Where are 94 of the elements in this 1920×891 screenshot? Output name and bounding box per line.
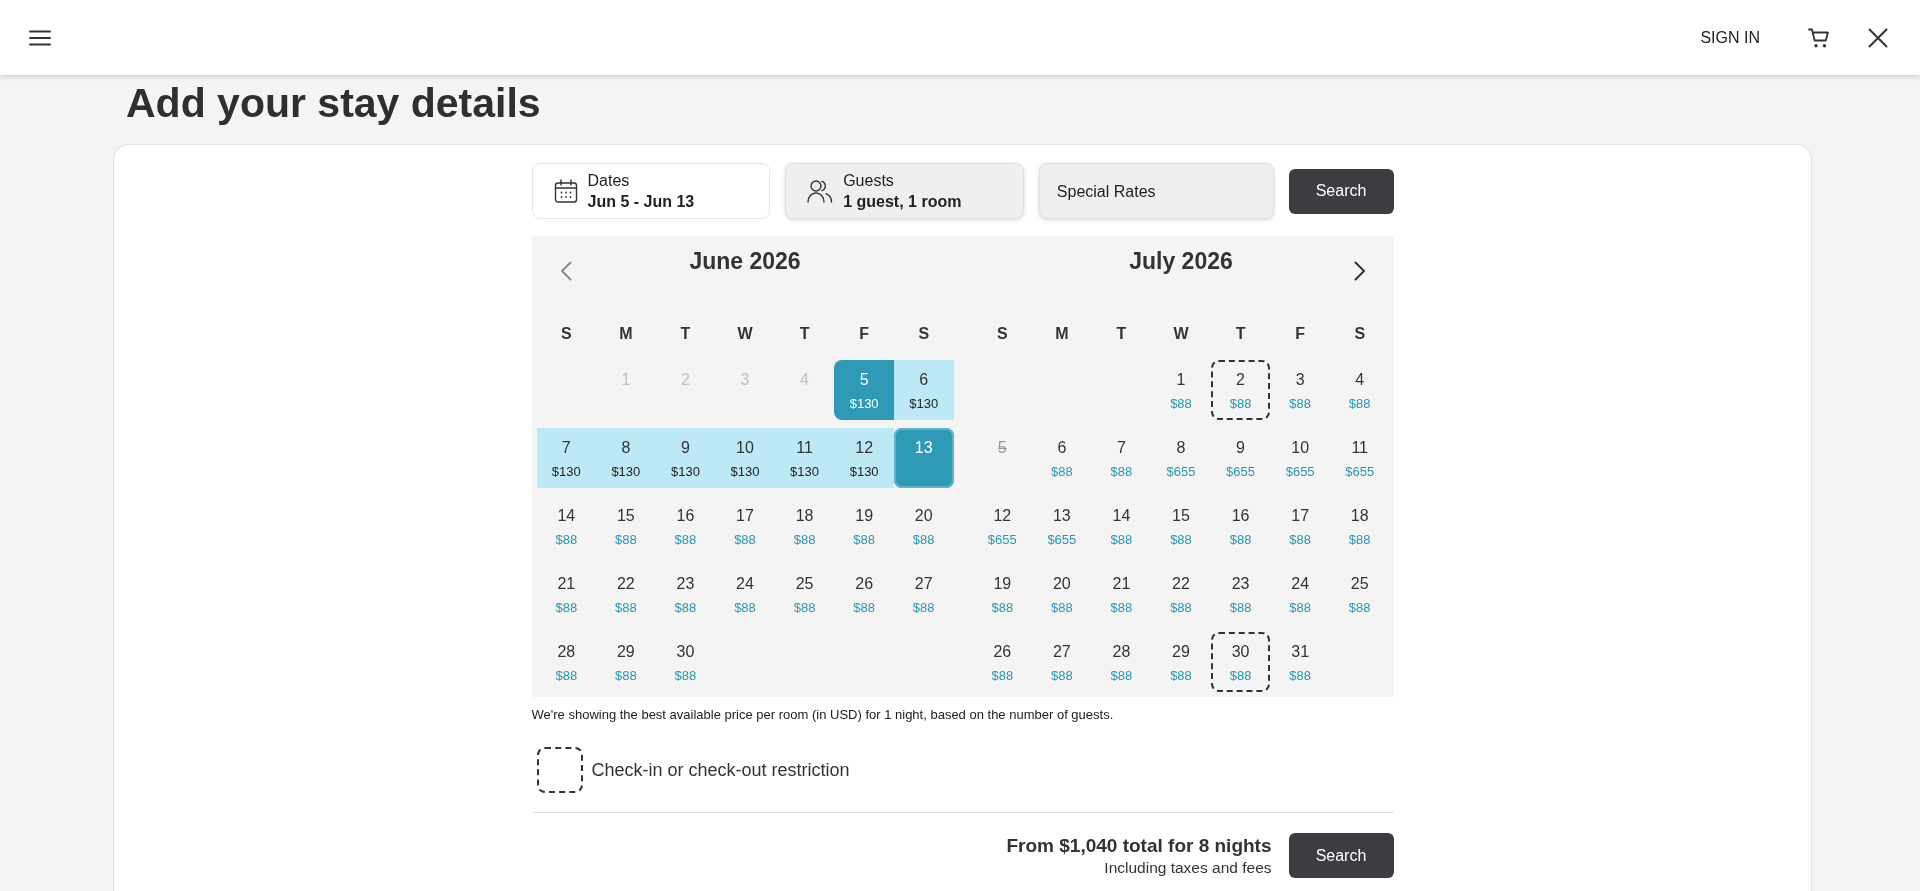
cart-icon — [1808, 27, 1830, 48]
calendar-day[interactable]: 12 $130 — [834, 428, 894, 488]
calendar-day[interactable]: 6 $88 — [1032, 428, 1092, 488]
people-icon — [807, 179, 834, 203]
calendar-day[interactable]: 15 $88 — [1151, 496, 1211, 556]
calendar-day[interactable]: 26 $88 — [972, 632, 1033, 692]
calendar-day[interactable]: 4 $88 — [1329, 360, 1390, 420]
calendar-day[interactable]: 3 $88 — [1270, 360, 1330, 420]
weekday-label: T — [1235, 324, 1246, 344]
search-button[interactable]: Search — [1288, 833, 1394, 878]
calendar-day[interactable]: 28 $88 — [1091, 632, 1152, 692]
calendar-day[interactable]: 8 $655 — [1151, 428, 1211, 488]
month-title: June 2026 — [689, 248, 801, 274]
weekday-label: T — [799, 324, 810, 344]
weekday-label: W — [737, 324, 753, 344]
cart-button[interactable] — [1808, 27, 1830, 48]
calendar-day[interactable]: 12 $655 — [972, 496, 1033, 556]
calendar-day[interactable]: 13 $655 — [1032, 496, 1092, 556]
price-note-text: We're showing the best available price per room (in USD) for 1 night, based on the number of guests. — [531, 707, 1115, 723]
close-icon — [1868, 27, 1888, 48]
chevron-left-icon — [560, 261, 573, 281]
calendar-day[interactable]: 18 $88 — [1329, 496, 1390, 556]
calendar-day[interactable]: 23 $88 — [1210, 564, 1271, 624]
restriction-swatch-icon — [536, 747, 583, 793]
next-month-button[interactable] — [1353, 261, 1366, 281]
weekday-label: S — [996, 324, 1008, 344]
calendar-day[interactable]: 9 $130 — [655, 428, 716, 488]
calendar-day[interactable]: 17 $88 — [1270, 496, 1330, 556]
dates-field[interactable]: Dates Jun 5 - Jun 13 — [531, 163, 771, 219]
weekday-label: S — [918, 324, 930, 344]
calendar-day[interactable]: 25 $88 — [774, 564, 835, 624]
close-button[interactable] — [1868, 27, 1888, 48]
calendar-day[interactable]: 14 $88 — [1091, 496, 1152, 556]
calendar-day[interactable]: 30 $88 — [1210, 632, 1271, 692]
sign-in-link[interactable]: SIGN IN — [1700, 27, 1760, 48]
chevron-right-icon — [1353, 261, 1366, 281]
calendar-day[interactable]: 16 $88 — [655, 496, 716, 556]
calendar-day[interactable]: 11 $655 — [1329, 428, 1390, 488]
weekday-label: T — [680, 324, 691, 344]
calendar-day[interactable]: 29 $88 — [596, 632, 656, 692]
legend-label: Check-in or check-out restriction — [591, 759, 850, 781]
calendar-day[interactable]: 14 $88 — [536, 496, 597, 556]
calendar-day[interactable]: 20 $88 — [1032, 564, 1092, 624]
weekday-label: T — [1116, 324, 1127, 344]
calendar-day[interactable]: 30 $88 — [655, 632, 716, 692]
taxes-note-text: Including taxes and fees — [1104, 857, 1272, 878]
calendar-day[interactable]: 7 $130 — [536, 428, 597, 488]
menu-button[interactable] — [29, 29, 51, 46]
weekday-label: M — [619, 324, 633, 344]
calendar-day[interactable]: 18 $88 — [774, 496, 835, 556]
calendar-day[interactable]: 9 $655 — [1210, 428, 1271, 488]
special-rates-field[interactable]: Special Rates — [1038, 163, 1274, 219]
calendar-day[interactable]: 29 $88 — [1151, 632, 1211, 692]
calendar-day[interactable]: 31 $88 — [1270, 632, 1330, 692]
calendar-day[interactable]: 28 $88 — [536, 632, 597, 692]
calendar-day[interactable]: 19 $88 — [834, 496, 894, 556]
calendar-day[interactable]: 7 $88 — [1091, 428, 1152, 488]
calendar-day[interactable]: 11 $130 — [774, 428, 835, 488]
calendar-day[interactable]: 23 $88 — [655, 564, 716, 624]
calendar-day[interactable]: 10 $130 — [715, 428, 775, 488]
calendar-day[interactable]: 1 $88 — [1151, 360, 1211, 420]
calendar-day[interactable]: 24 $88 — [715, 564, 775, 624]
month-title: July 2026 — [1129, 248, 1233, 274]
calendar-day[interactable]: 17 $88 — [715, 496, 775, 556]
calendar-day[interactable]: 24 $88 — [1270, 564, 1330, 624]
calendar-day[interactable]: 27 $88 — [1032, 632, 1092, 692]
total-price-text: From $1,040 total for 8 nights — [1006, 833, 1272, 858]
calendar-day[interactable]: 21 $88 — [536, 564, 597, 624]
calendar-day[interactable]: 10 $655 — [1270, 428, 1330, 488]
calendar-day[interactable]: 21 $88 — [1091, 564, 1152, 624]
weekday-label: S — [1354, 324, 1366, 344]
search-button[interactable]: Search — [1288, 168, 1394, 214]
calendar-day[interactable]: 26 $88 — [834, 564, 894, 624]
menu-icon — [29, 29, 51, 46]
calendar-day[interactable]: 22 $88 — [596, 564, 656, 624]
calendar-day[interactable]: 15 $88 — [596, 496, 656, 556]
calendar-day[interactable]: 19 $88 — [972, 564, 1033, 624]
calendar-icon — [553, 179, 578, 203]
calendar-day[interactable]: 2 $88 — [1210, 360, 1271, 420]
calendar-day[interactable]: 20 $88 — [893, 496, 954, 556]
weekday-label: M — [1055, 324, 1069, 344]
weekday-label: S — [560, 324, 572, 344]
calendar-day[interactable]: 16 $88 — [1210, 496, 1271, 556]
calendar-day: 5 — [972, 428, 1033, 488]
calendar-day[interactable]: 25 $88 — [1329, 564, 1390, 624]
calendar-day[interactable]: 8 $130 — [596, 428, 656, 488]
calendar-day[interactable]: 22 $88 — [1151, 564, 1211, 624]
weekday-label: W — [1173, 324, 1189, 344]
guests-field[interactable]: Guests 1 guest, 1 room — [785, 163, 1024, 219]
calendar-day[interactable]: 6 $130 — [893, 360, 954, 420]
calendar-day[interactable]: 27 $88 — [893, 564, 954, 624]
page-title: Add your stay details — [126, 79, 541, 127]
weekday-label: F — [1295, 324, 1305, 344]
weekday-label: F — [859, 324, 869, 344]
